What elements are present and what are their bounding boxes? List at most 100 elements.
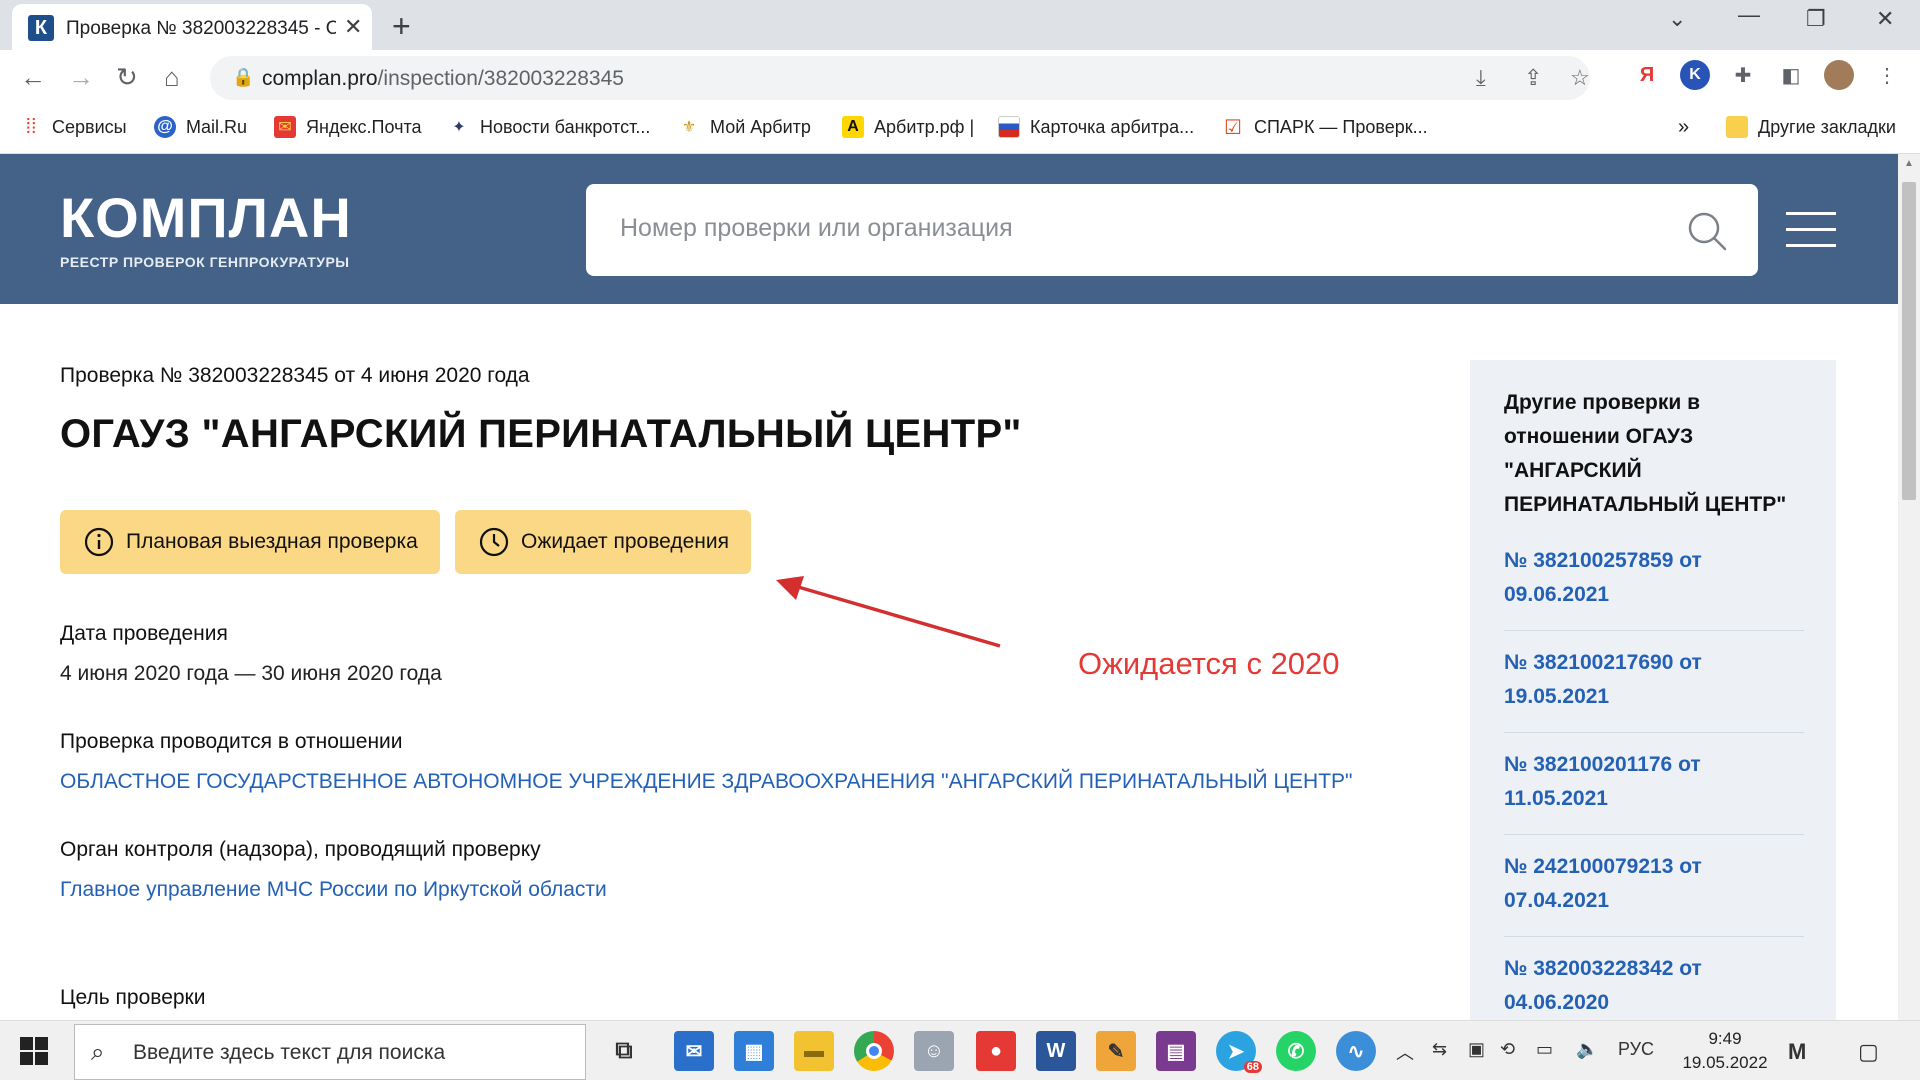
- tray-language[interactable]: РУС: [1618, 1039, 1654, 1060]
- scrollbar-thumb[interactable]: [1902, 182, 1916, 500]
- notifications-icon[interactable]: ▢: [1858, 1039, 1879, 1065]
- browser-toolbar: ← → ↻ ⌂ 🔒 complan.pro/inspection/3820032…: [0, 50, 1920, 106]
- authority-link[interactable]: Главное управление МЧС России по Иркутск…: [60, 878, 607, 902]
- sidebar-item-link[interactable]: № 242100079213 от 07.04.2021: [1504, 850, 1804, 918]
- taskbar-clock[interactable]: 9:49 19.05.2022: [1680, 1027, 1770, 1075]
- minimize-icon[interactable]: —: [1738, 2, 1760, 28]
- tray-network-icon[interactable]: ⇆: [1432, 1039, 1447, 1060]
- app-red-icon[interactable]: ●: [976, 1031, 1016, 1071]
- kontur-extension-icon[interactable]: K: [1680, 60, 1710, 90]
- word-app-icon[interactable]: W: [1036, 1031, 1076, 1071]
- forward-arrow-icon[interactable]: →: [68, 62, 94, 93]
- bookmark-mailru[interactable]: @ Mail.Ru: [154, 116, 247, 138]
- tab-close-icon[interactable]: ✕: [344, 14, 362, 40]
- window-close-icon[interactable]: ✕: [1876, 6, 1894, 32]
- scroll-up-icon[interactable]: ▲: [1904, 158, 1914, 169]
- profile-avatar[interactable]: [1824, 60, 1854, 90]
- sidebar-item-link[interactable]: № 382003228342 от 04.06.2020: [1504, 952, 1804, 1020]
- subject-label: Проверка проводится в отношении: [60, 730, 403, 753]
- hamburger-menu-icon[interactable]: [1786, 212, 1836, 248]
- file-explorer-icon[interactable]: ▬: [794, 1031, 834, 1071]
- bookmark-card[interactable]: Карточка арбитра...: [998, 116, 1194, 138]
- annotation-text: Ожидается с 2020: [1078, 646, 1340, 681]
- tray-volume-icon[interactable]: 🔈: [1576, 1039, 1598, 1060]
- other-inspections-sidebar: Другие проверки в отношении ОГАУЗ "АНГАР…: [1470, 360, 1836, 1020]
- tab-title: Проверка № 382003228345 - ОГАУЗ: [66, 18, 336, 39]
- side-panel-icon[interactable]: ◧: [1776, 60, 1806, 90]
- back-arrow-icon[interactable]: ←: [20, 62, 46, 93]
- reload-icon[interactable]: ↻: [116, 62, 138, 93]
- bookmark-news[interactable]: ✦ Новости банкротст...: [448, 116, 650, 138]
- chrome-app-icon[interactable]: [854, 1031, 894, 1071]
- sidebar-item-link[interactable]: № 382100217690 от 19.05.2021: [1504, 646, 1804, 714]
- card-icon: [998, 116, 1020, 138]
- search-icon[interactable]: [1686, 210, 1728, 252]
- task-view-icon[interactable]: ⧉: [604, 1031, 644, 1071]
- bookmark-star-icon[interactable]: ☆: [1570, 65, 1590, 91]
- app-professor-icon[interactable]: ☺: [914, 1031, 954, 1071]
- info-icon: [84, 527, 114, 557]
- date-value: 4 июня 2020 года — 30 июня 2020 года: [60, 662, 442, 685]
- install-app-icon[interactable]: ⤓: [1476, 65, 1486, 91]
- yandex-mail-icon: ✉: [274, 116, 296, 138]
- site-search-input[interactable]: [620, 214, 1620, 243]
- bookmark-my-arbitr[interactable]: ⚜ Мой Арбитр: [678, 116, 811, 138]
- yandex-extension-icon[interactable]: Я: [1632, 60, 1662, 90]
- sidebar-divider: [1504, 936, 1804, 937]
- app-wave-icon[interactable]: ∿: [1336, 1031, 1376, 1071]
- arbitr-rf-icon: A: [842, 116, 864, 138]
- tray-meet-icon[interactable]: ▣: [1468, 1039, 1485, 1060]
- winrar-app-icon[interactable]: ▤: [1156, 1031, 1196, 1071]
- bookmark-other[interactable]: Другие закладки: [1726, 116, 1896, 138]
- windows-start-icon[interactable]: [20, 1037, 48, 1065]
- restore-icon[interactable]: ❐: [1806, 6, 1826, 32]
- bookmark-services[interactable]: ⁞⁞ Сервисы: [20, 115, 126, 138]
- taskbar-search-icon: ⌕: [91, 1039, 105, 1066]
- whatsapp-app-icon[interactable]: ✆: [1276, 1031, 1316, 1071]
- sidebar-item-link[interactable]: № 382100257859 от 09.06.2021: [1504, 544, 1804, 612]
- tab-search-chevron-icon[interactable]: ⌄: [1668, 6, 1686, 32]
- taskbar-search[interactable]: ⌕ Введите здесь текст для поиска: [74, 1024, 586, 1080]
- apps-grid-icon: ⁞⁞: [25, 115, 37, 138]
- bookmark-label: Mail.Ru: [186, 116, 248, 137]
- app-pen-icon[interactable]: ✎: [1096, 1031, 1136, 1071]
- clock-date: 19.05.2022: [1682, 1053, 1768, 1072]
- new-tab-plus-icon[interactable]: +: [392, 8, 411, 45]
- url-text[interactable]: complan.pro/inspection/382003228345: [262, 67, 624, 91]
- url-domain: complan.pro: [262, 67, 378, 90]
- browser-menu-icon[interactable]: ⋮: [1872, 60, 1902, 90]
- tray-m-icon[interactable]: M: [1788, 1039, 1806, 1065]
- site-logo[interactable]: КОМПЛАН: [60, 190, 352, 246]
- tray-chevron-icon[interactable]: ︿: [1396, 1039, 1414, 1065]
- bookmark-arbitr-rf[interactable]: A Арбитр.рф |: [842, 116, 974, 138]
- bookmark-yandex-mail[interactable]: ✉ Яндекс.Почта: [274, 116, 422, 138]
- calendar-app-icon[interactable]: ▦: [734, 1031, 774, 1071]
- tray-battery-icon[interactable]: ▭: [1536, 1039, 1553, 1060]
- page-scrollbar[interactable]: ▲: [1898, 154, 1920, 1020]
- folder-icon: [1726, 116, 1748, 138]
- sidebar-item-link[interactable]: № 382100201176 от 11.05.2021: [1504, 748, 1804, 816]
- extensions-puzzle-icon[interactable]: ✚: [1728, 60, 1758, 90]
- bookmarks-more-icon[interactable]: »: [1678, 116, 1689, 139]
- site-search-box: [586, 184, 1758, 276]
- bookmark-label: Новости банкротст...: [480, 116, 651, 137]
- browser-tab-active[interactable]: К Проверка № 382003228345 - ОГАУЗ ✕: [12, 4, 372, 50]
- sidebar-divider: [1504, 834, 1804, 835]
- subject-link[interactable]: ОБЛАСТНОЕ ГОСУДАРСТВЕННОЕ АВТОНОМНОЕ УЧР…: [60, 770, 1352, 794]
- tray-sync-icon[interactable]: ⟲: [1500, 1039, 1515, 1060]
- badge-label: Ожидает проведения: [521, 530, 729, 553]
- complan-favicon-icon: К: [28, 15, 54, 41]
- bookmark-spark[interactable]: ☑ СПАРК — Проверк...: [1222, 116, 1428, 139]
- windows-taskbar: ⌕ Введите здесь текст для поиска ⧉ ✉ ▦ ▬…: [0, 1020, 1920, 1080]
- spark-icon: ☑: [1224, 116, 1242, 139]
- share-icon[interactable]: ⇪: [1524, 65, 1542, 91]
- inspection-type-badge: Плановая выездная проверка: [60, 510, 440, 574]
- clock-icon: [479, 527, 509, 557]
- home-icon[interactable]: ⌂: [164, 62, 180, 93]
- bookmarks-bar: ⁞⁞ Сервисы @ Mail.Ru ✉ Яндекс.Почта ✦ Новост…: [0, 106, 1920, 154]
- telegram-app-icon[interactable]: ➤ 68: [1216, 1031, 1262, 1073]
- sidebar-divider: [1504, 732, 1804, 733]
- browser-tab-strip: К Проверка № 382003228345 - ОГАУЗ ✕ + ⌄ …: [0, 0, 1920, 50]
- mail-app-icon[interactable]: ✉: [674, 1031, 714, 1071]
- address-bar[interactable]: 🔒 complan.pro/inspection/382003228345 ⤓ …: [210, 56, 1590, 100]
